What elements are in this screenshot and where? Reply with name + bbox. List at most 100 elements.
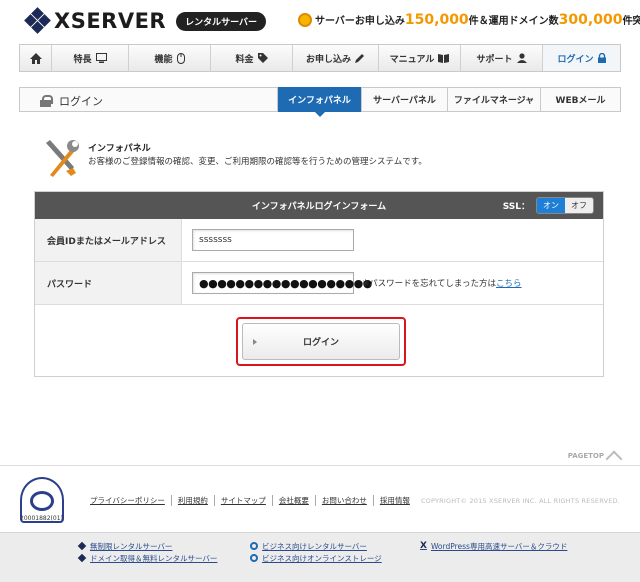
nav-pricing[interactable]: 料金 [211,45,293,71]
promo-mid: 件＆運用ドメイン数 [468,16,559,27]
nav-apply[interactable]: お申し込み [293,45,379,71]
nav-manual-label: マニュアル [389,54,435,65]
mouse-icon [176,52,185,64]
tab-infopanel[interactable]: インフォパネル [277,87,361,117]
nav-support-label: サポート [476,54,513,65]
lock-icon [597,53,606,63]
diamond-icon [77,553,87,563]
xserver-logo[interactable]: XSERVER レンタルサーバー [24,7,267,34]
ssl-setting: SSL： オン オフ [503,197,594,214]
forgot-password-link[interactable]: こちら [496,279,522,289]
service-link-domain[interactable]: ドメイン取得＆無料レンタルサーバー [77,552,218,564]
ssl-off-button[interactable]: オフ [565,198,593,213]
login-button[interactable]: ログイン [242,323,400,360]
footer-links: プライバシーポリシー 利用規約 サイトマップ 会社概要 お問い合わせ 採用情報 [90,495,416,506]
footer-link-terms[interactable]: 利用規約 [172,495,215,506]
home-icon [29,52,42,64]
circle-icon [250,554,258,562]
login-button-highlight: ログイン [236,317,406,366]
circle-icon [250,542,258,550]
footer-link-contact[interactable]: お問い合わせ [316,495,374,506]
service-link-wordpress[interactable]: X WordPress専用高速サーバー＆クラウド [420,540,567,552]
id-input-value: sssssss [199,235,232,245]
nav-apply-label: お申し込み [305,54,351,65]
nav-login[interactable]: ログイン [543,45,620,71]
login-form-title: インフォパネルログインフォーム [251,202,387,212]
logo-text: XSERVER [54,9,167,33]
lock-icon [40,95,53,107]
nav-support[interactable]: サポート [461,45,543,71]
panel-tabs: インフォパネル サーバーパネル ファイルマネージャ WEBメール [277,87,620,117]
password-input[interactable]: ●●●●●●●●●●●●●●●●●●● [192,272,372,294]
service-group-business: ビジネス向けレンタルサーバー ビジネス向けオンラインストレージ [250,540,382,564]
footer-divider [0,465,640,466]
nav-pricing-label: 料金 [235,54,254,65]
footer-link-sitemap[interactable]: サイトマップ [215,495,273,506]
promo-suffix: 件突破!! [622,16,640,27]
forgot-text: ※パスワードを忘れてしまった方は [362,279,497,289]
tools-icon [46,140,79,177]
page-title-text: ログイン [59,95,103,108]
monitor-icon [95,53,107,63]
arrow-right-icon [253,338,257,345]
id-label: 会員IDまたはメールアドレス [35,219,182,261]
service-group-wordpress: X WordPress専用高速サーバー＆クラウド [420,540,567,552]
book-icon [438,53,450,63]
footer-link-company[interactable]: 会社概要 [273,495,316,506]
tab-filemanager[interactable]: ファイルマネージャ [447,87,540,112]
x-logo-icon: X [420,540,427,551]
global-nav: 特長 機能 料金 お申し込み マニュアル サポート ログイン [19,44,621,72]
promo-prefix: サーバーお申し込み [315,16,405,27]
medal-icon [298,13,312,27]
service-label: ドメイン取得＆無料レンタルサーバー [90,553,218,563]
intro-description: お客様のご登録情報の確認、変更、ご利用期限の確認等を行うための管理システムです。 [88,157,427,167]
service-link-business-storage[interactable]: ビジネス向けオンラインストレージ [250,552,382,564]
nav-features[interactable]: 特長 [52,45,129,71]
id-row: 会員IDまたはメールアドレス sssssss [35,219,603,262]
service-link-business-server[interactable]: ビジネス向けレンタルサーバー [250,540,382,552]
service-links-bar: 無制限レンタルサーバー ドメイン取得＆無料レンタルサーバー ビジネス向けレンタル… [0,532,640,582]
service-group-xserver: 無制限レンタルサーバー ドメイン取得＆無料レンタルサーバー [77,540,218,564]
ssl-on-button[interactable]: オン [537,198,565,213]
nav-login-label: ログイン [557,54,594,65]
logo-badge: レンタルサーバー [176,11,267,31]
footer-link-privacy[interactable]: プライバシーポリシー [90,495,172,506]
service-label: ビジネス向けオンラインストレージ [262,553,382,563]
copyright: COPYRIGHT© 2015 XSERVER INC. ALL RIGHTS … [420,497,620,505]
service-label: ビジネス向けレンタルサーバー [262,541,367,551]
tag-icon [257,53,268,63]
ssl-label: SSL： [502,202,530,212]
tab-webmail[interactable]: WEBメール [540,87,620,112]
privacy-mark-number: 20001882(01) [20,515,63,522]
password-row: パスワード ●●●●●●●●●●●●●●●●●●● ※パスワードを忘れてしまった… [35,262,603,305]
nav-features-label: 特長 [73,54,92,65]
login-form-header: インフォパネルログインフォーム SSL： オン オフ [35,192,603,219]
nav-manual[interactable]: マニュアル [379,45,461,71]
service-label: WordPress専用高速サーバー＆クラウド [430,541,568,551]
service-label: 無制限レンタルサーバー [90,541,173,551]
nav-functions[interactable]: 機能 [129,45,211,71]
promo-banner: サーバーお申し込み 150,000 件＆運用ドメイン数 300,000 件突破!… [298,12,640,28]
footer-link-recruit[interactable]: 採用情報 [374,495,416,506]
password-input-value: ●●●●●●●●●●●●●●●●●●● [199,276,372,290]
forgot-password-text: ※パスワードを忘れてしまった方はこちら [362,277,522,289]
logo-mark-icon [24,7,51,34]
page-title: ログイン [40,93,103,109]
promo-count-domains: 300,000 [558,12,623,28]
login-subheader: ログイン インフォパネル サーバーパネル ファイルマネージャ WEBメール [19,87,621,117]
login-button-label: ログイン [302,338,339,348]
page: XSERVER レンタルサーバー サーバーお申し込み 150,000 件＆運用ド… [0,0,640,532]
diamond-icon [77,541,87,551]
nav-home[interactable] [20,45,52,71]
login-form: インフォパネルログインフォーム SSL： オン オフ 会員IDまたはメールアドレ… [34,191,604,377]
nav-functions-label: 機能 [154,54,173,65]
password-label: パスワード [35,262,182,304]
pagetop-link[interactable]: PAGETOP [568,447,623,468]
service-link-unlimited[interactable]: 無制限レンタルサーバー [77,540,217,552]
ssl-toggle: オン オフ [536,197,594,214]
id-input[interactable]: sssssss [192,229,354,251]
pencil-icon [355,54,364,63]
promo-count-servers: 150,000 [404,12,469,28]
tab-serverpanel[interactable]: サーバーパネル [361,87,447,112]
intro-title: インフォパネル [88,144,151,154]
